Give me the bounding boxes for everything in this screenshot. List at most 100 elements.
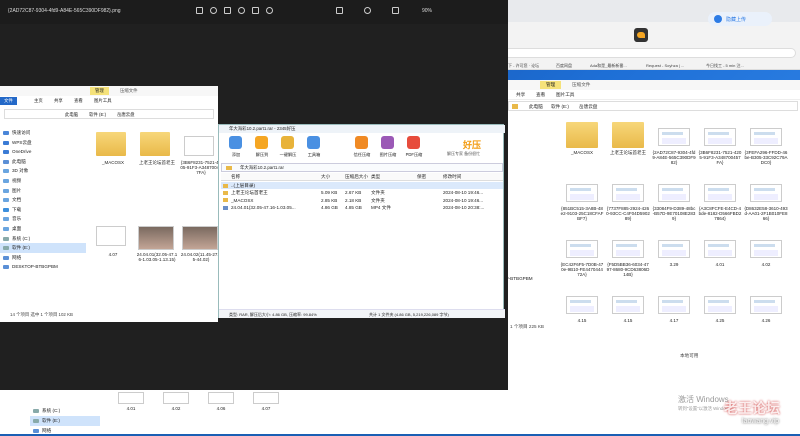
zoom-in-icon[interactable] [392, 7, 399, 14]
col-name[interactable]: 名称 [231, 174, 240, 180]
file-thumbnail[interactable] [704, 184, 736, 202]
delete-icon[interactable] [224, 7, 231, 14]
col-size[interactable]: 大小 [321, 174, 330, 180]
file-thumbnail[interactable] [163, 392, 189, 404]
explorer-right-addressbar[interactable]: 此电脑 软件 (E:) 岳唐云盘 [508, 101, 798, 111]
rar-tool-icon[interactable] [281, 136, 294, 149]
file-thumbnail[interactable] [612, 184, 644, 202]
rar-tool-icon[interactable] [255, 136, 268, 149]
nav-item-e[interactable]: 软件 (E:) [30, 416, 100, 426]
folder-icon[interactable] [140, 132, 170, 156]
nav-item[interactable]: 桌面 [0, 224, 86, 234]
bird-logo-icon[interactable] [634, 28, 648, 42]
bookmark-item[interactable]: Ada和是_最新新番... [590, 63, 642, 69]
file-thumbnail[interactable] [184, 136, 214, 156]
nav-item[interactable]: WPS云盘 [0, 138, 86, 148]
folder-icon[interactable] [96, 132, 126, 156]
explorer-left-addressbar[interactable]: 此电脑 软件 (E:) 岳唐云盘 [4, 109, 214, 119]
nav-item[interactable]: 快速访问 [0, 128, 86, 138]
nav-item-network[interactable]: 网络 [30, 426, 100, 436]
rar-tool-icon[interactable] [229, 136, 242, 149]
nav-item[interactable]: DESKTOP-BTBGPBM [0, 262, 86, 272]
file-thumbnail[interactable] [750, 296, 782, 314]
breadcrumb-item[interactable]: 此电脑 [529, 104, 543, 110]
rotate-icon[interactable] [210, 7, 217, 14]
bookmark-item[interactable]: Request - Soyhza | ... [646, 63, 702, 68]
up-folder-icon[interactable] [226, 166, 232, 170]
breadcrumb-item[interactable]: 此电脑 [65, 112, 78, 118]
file-thumbnail[interactable] [208, 392, 234, 404]
breadcrumb-item[interactable]: 软件 (E:) [89, 112, 106, 118]
menu-view[interactable]: 查看 [536, 92, 545, 98]
col-type[interactable]: 类型 [371, 174, 380, 180]
nav-item[interactable]: 此电脑 [0, 157, 86, 167]
file-thumbnail[interactable] [118, 392, 144, 404]
file-thumbnail[interactable] [612, 240, 644, 258]
heart-icon[interactable] [238, 7, 245, 14]
file-thumbnail[interactable] [566, 184, 598, 202]
folder-icon[interactable] [566, 122, 598, 148]
rar-tool-icon[interactable] [307, 136, 320, 149]
video-thumbnail[interactable] [138, 226, 174, 250]
fullscreen-icon[interactable] [336, 7, 343, 14]
nav-item[interactable]: 下载 [0, 205, 86, 215]
bookmark-item[interactable]: 今日找工 - 5 min 注... [706, 63, 766, 69]
nav-item[interactable]: 系统 (C:) [0, 234, 86, 244]
nav-item[interactable]: 音乐 [0, 214, 86, 224]
file-thumbnail[interactable] [612, 296, 644, 314]
col-time[interactable]: 修改时间 [443, 174, 461, 180]
more-icon[interactable] [266, 7, 273, 14]
nav-item-c[interactable]: 系统 (C:) [30, 406, 100, 416]
table-row[interactable]: _MACOSX 2.85 KB 2.18 KB 文件夹 2024-08-10 19:46… [221, 197, 503, 204]
nav-item[interactable]: OneDrive [0, 147, 86, 157]
menu-picture-tools[interactable]: 图片工具 [556, 92, 574, 98]
share-icon[interactable] [252, 7, 259, 14]
menu-share[interactable]: 共享 [516, 92, 525, 98]
breadcrumb-item[interactable]: 岳唐云盘 [579, 104, 597, 110]
ribbon-manage-tab[interactable]: 管理 [90, 87, 109, 95]
table-row[interactable]: 上老王论坛首老王 5.09 KB 2.67 KB 文件夹 2024-08-10 19:4… [221, 189, 503, 196]
nav-item[interactable]: 视频 [0, 176, 86, 186]
rar-tool-icon[interactable] [381, 136, 394, 149]
nav-item[interactable]: 3D 对象 [0, 166, 86, 176]
ribbon-manage-tab[interactable]: 管理 [540, 81, 562, 89]
file-thumbnail[interactable] [658, 296, 690, 314]
menu-file[interactable]: 文件 [0, 97, 17, 105]
nav-item[interactable]: 图片 [0, 186, 86, 196]
bookmark-item[interactable]: 百度网盘 [556, 63, 586, 69]
edit-icon[interactable] [196, 7, 203, 14]
file-thumbnail[interactable] [96, 226, 126, 246]
nav-item[interactable]: 文档 [0, 195, 86, 205]
browser-address-bar[interactable] [504, 48, 796, 58]
rar-path-bar[interactable]: 年大海彩10.2.part1.rar [221, 163, 503, 172]
file-thumbnail[interactable] [658, 240, 690, 258]
table-row[interactable]: 24.04.01(32.05-47.16-1.03.05... 4.86 GB 4.… [221, 204, 503, 211]
video-thumbnail[interactable] [182, 226, 218, 250]
file-thumbnail[interactable] [750, 184, 782, 202]
menu-view[interactable]: 查看 [74, 98, 83, 104]
nav-item[interactable]: 软件 (E:) [0, 243, 86, 253]
breadcrumb-item[interactable]: 岳唐云盘 [117, 112, 135, 118]
folder-icon[interactable] [612, 122, 644, 148]
col-packed[interactable]: 压缩后大小 [345, 174, 368, 180]
menu-share[interactable]: 共享 [54, 98, 63, 104]
file-thumbnail[interactable] [704, 296, 736, 314]
menu-home[interactable]: 主页 [34, 98, 43, 104]
breadcrumb-item[interactable]: 软件 (E:) [551, 104, 569, 110]
col-secret[interactable]: 保密 [417, 174, 426, 180]
file-thumbnail[interactable] [566, 296, 598, 314]
zoom-out-icon[interactable] [364, 7, 371, 14]
file-thumbnail[interactable] [658, 184, 690, 202]
file-thumbnail[interactable] [750, 128, 782, 146]
file-thumbnail[interactable] [704, 128, 736, 146]
nav-item[interactable]: 网络 [0, 253, 86, 263]
rar-tool-icon[interactable] [407, 136, 420, 149]
file-thumbnail[interactable] [566, 240, 598, 258]
menu-picture-tools[interactable]: 图片工具 [94, 98, 112, 104]
browser-upload-button[interactable]: 隐藏上传 [708, 12, 772, 26]
file-thumbnail[interactable] [658, 128, 690, 146]
file-thumbnail[interactable] [253, 392, 279, 404]
rar-tool-icon[interactable] [355, 136, 368, 149]
file-thumbnail[interactable] [704, 240, 736, 258]
table-row[interactable]: ..(上层目录) [221, 182, 503, 189]
